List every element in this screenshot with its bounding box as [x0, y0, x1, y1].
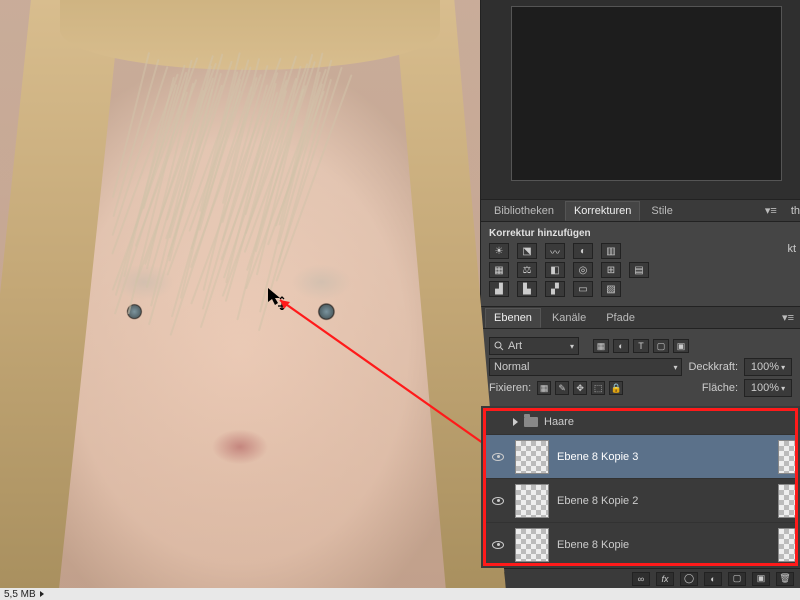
doc-size: 5,5 MB	[4, 589, 36, 600]
corrections-panel: Korrektur hinzufügen kt ☀ ⬔ 〰 ◐ ▥ ▦ ⚖ ◧ …	[481, 222, 800, 307]
mask-icon[interactable]: ◯	[680, 572, 698, 586]
filter-shape-icon[interactable]: ▢	[653, 339, 669, 353]
panel-menu-icon[interactable]: ▾≡	[759, 204, 783, 217]
adj-photo-filter-icon[interactable]: ◎	[573, 262, 593, 278]
mask-thumbnail[interactable]	[778, 484, 798, 518]
layer-group-row[interactable]: Haare	[485, 410, 796, 434]
adj-curves-icon[interactable]: 〰	[545, 243, 565, 259]
filter-adjust-icon[interactable]: ◐	[613, 339, 629, 353]
adjustment-layer-icon[interactable]: ◐	[704, 572, 722, 586]
add-correction-label: Korrektur hinzufügen	[489, 228, 792, 239]
adj-levels-icon[interactable]: ⬔	[517, 243, 537, 259]
navigator-panel[interactable]	[481, 0, 800, 200]
adj-posterize-icon[interactable]: ▙	[517, 281, 537, 297]
panel-menu-icon[interactable]: ▾≡	[776, 311, 800, 324]
filter-smart-icon[interactable]: ▣	[673, 339, 689, 353]
right-panels: BibliothekenKorrekturenStile ▾≡ th Korre…	[480, 0, 800, 588]
fx-icon[interactable]: fx	[656, 572, 674, 586]
layer-name[interactable]: Ebene 8 Kopie 2	[557, 495, 792, 507]
visibility-toggle[interactable]	[489, 453, 507, 461]
adj-bw-icon[interactable]: ◧	[545, 262, 565, 278]
status-menu-icon[interactable]	[40, 591, 44, 597]
layers-footer: ⌘ ∞ fx ◯ ◐ ▢ ▣ 🗑	[481, 568, 800, 588]
mask-thumbnail[interactable]	[778, 440, 798, 474]
opacity-label: Deckkraft:	[688, 361, 738, 373]
adj-threshold-icon[interactable]: ▞	[545, 281, 565, 297]
truncated-text-2: kt	[787, 243, 796, 255]
fill-input[interactable]: 100%▾	[744, 379, 792, 397]
truncated-text: th	[791, 205, 800, 217]
document-canvas[interactable]	[0, 0, 480, 588]
adj-hue-icon[interactable]: ▦	[489, 262, 509, 278]
filter-pixel-icon[interactable]: ▦	[593, 339, 609, 353]
link-icon[interactable]: ∞	[632, 572, 650, 586]
layers-list: Haare Ebene 8 Kopie 3 Ebene 8 Kopie 2 Eben…	[481, 406, 800, 568]
status-bar: 5,5 MB	[0, 588, 800, 600]
layer-row[interactable]: Ebene 8 Kopie	[485, 522, 796, 566]
layer-name[interactable]: Ebene 8 Kopie 3	[557, 451, 792, 463]
tab-bibliotheken[interactable]: Bibliotheken	[485, 201, 563, 221]
lock-all-icon[interactable]: 🔒	[609, 381, 623, 395]
corrections-tabbar: BibliothekenKorrekturenStile ▾≡ th	[481, 200, 800, 222]
tab-korrekturen[interactable]: Korrekturen	[565, 201, 640, 221]
mask-thumbnail[interactable]	[778, 528, 798, 562]
expand-triangle-icon[interactable]	[513, 418, 518, 426]
group-name: Haare	[544, 416, 574, 428]
adj-gradient-map-icon[interactable]: ▭	[573, 281, 593, 297]
adj-balance-icon[interactable]: ⚖	[517, 262, 537, 278]
visibility-toggle[interactable]	[489, 497, 507, 505]
group-icon[interactable]: ▢	[728, 572, 746, 586]
folder-icon	[524, 417, 538, 427]
adj-invert-icon[interactable]: ▟	[489, 281, 509, 297]
visibility-toggle[interactable]	[489, 541, 507, 549]
lock-artboard-icon[interactable]: ⬚	[591, 381, 605, 395]
tab-stile[interactable]: Stile	[642, 201, 681, 221]
adj-channel-mixer-icon[interactable]: ⊞	[601, 262, 621, 278]
opacity-input[interactable]: 100%▾	[744, 358, 792, 376]
layer-row[interactable]: Ebene 8 Kopie 2	[485, 478, 796, 522]
new-layer-icon[interactable]: ▣	[752, 572, 770, 586]
adj-selective-icon[interactable]: ▨	[601, 281, 621, 297]
fill-label: Fläche:	[702, 382, 738, 394]
layer-thumbnail[interactable]	[515, 484, 549, 518]
adj-exposure-icon[interactable]: ◐	[573, 243, 593, 259]
layer-thumbnail[interactable]	[515, 528, 549, 562]
layer-thumbnail[interactable]	[515, 440, 549, 474]
trash-icon[interactable]: 🗑	[776, 572, 794, 586]
adj-brightness-icon[interactable]: ☀	[489, 243, 509, 259]
tab-pfade[interactable]: Pfade	[597, 308, 644, 328]
brush-strokes	[130, 60, 350, 320]
layer-row[interactable]: Ebene 8 Kopie 3	[485, 434, 796, 478]
filter-type-icon[interactable]: T	[633, 339, 649, 353]
adj-lut-icon[interactable]: ▤	[629, 262, 649, 278]
adj-vibrance-icon[interactable]: ▥	[601, 243, 621, 259]
layer-name[interactable]: Ebene 8 Kopie	[557, 539, 792, 551]
